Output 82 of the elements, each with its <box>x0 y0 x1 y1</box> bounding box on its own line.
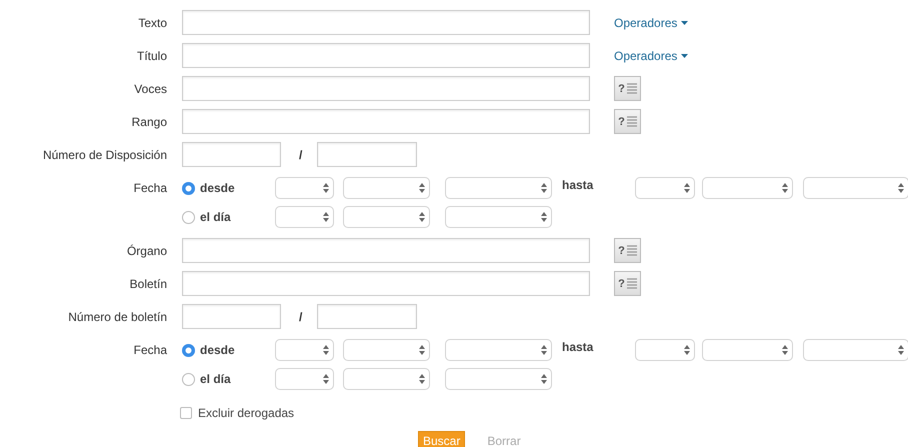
up-down-arrow-icon <box>419 345 425 355</box>
input-field[interactable] <box>182 109 590 134</box>
up-down-arrow-icon <box>684 345 690 355</box>
dropdown[interactable] <box>445 177 552 199</box>
radio-label: desde <box>200 181 235 195</box>
input-field[interactable] <box>182 76 590 101</box>
operators-link[interactable]: Operadores <box>614 16 688 30</box>
up-down-arrow-icon <box>541 183 547 193</box>
dropdown[interactable] <box>803 339 908 361</box>
field-label: Número de boletín <box>67 308 167 324</box>
field-label: Voces <box>133 80 167 96</box>
input-field[interactable] <box>182 142 281 167</box>
radio-button[interactable] <box>182 372 195 386</box>
dropdown[interactable] <box>803 177 908 199</box>
operators-link[interactable]: Operadores <box>614 48 688 62</box>
dropdown[interactable] <box>635 339 695 361</box>
dropdown[interactable] <box>343 206 430 228</box>
input-field[interactable] <box>317 304 418 329</box>
checkbox[interactable] <box>180 407 192 419</box>
dropdown[interactable] <box>275 206 334 228</box>
field-label: Fecha <box>132 180 167 196</box>
up-down-arrow-icon <box>541 212 547 222</box>
dropdown[interactable] <box>275 339 334 361</box>
radio-label: el día <box>200 210 231 224</box>
caret-icon <box>681 20 688 24</box>
field-label: Número de Disposición <box>42 146 167 162</box>
up-down-arrow-icon <box>323 374 329 384</box>
input-field[interactable] <box>182 271 590 296</box>
until-label: hasta <box>562 177 594 193</box>
dropdown[interactable] <box>275 368 334 390</box>
help-list-button[interactable]: ? <box>614 109 641 134</box>
up-down-arrow-icon <box>323 212 329 222</box>
help-list-button[interactable]: ? <box>614 271 641 296</box>
input-field[interactable] <box>182 238 590 263</box>
help-list-button[interactable]: ? <box>614 76 641 101</box>
up-down-arrow-icon <box>684 183 690 193</box>
dropdown[interactable] <box>702 339 793 361</box>
field-label: Boletín <box>128 276 167 292</box>
up-down-arrow-icon <box>419 183 425 193</box>
list-icon <box>626 116 637 127</box>
input-field[interactable] <box>182 43 590 68</box>
field-label: Rango <box>130 114 167 130</box>
dropdown[interactable] <box>635 177 695 199</box>
radio-button[interactable] <box>182 344 195 356</box>
dropdown[interactable] <box>343 368 430 390</box>
help-list-button[interactable]: ? <box>614 238 641 263</box>
up-down-arrow-icon <box>541 345 547 355</box>
separator-slash: / <box>299 148 302 162</box>
dropdown[interactable] <box>445 206 552 228</box>
radio-label: desde <box>200 343 235 357</box>
input-field[interactable] <box>317 142 418 167</box>
dropdown[interactable] <box>702 177 793 199</box>
up-down-arrow-icon <box>782 183 788 193</box>
checkbox-label: Excluir derogadas <box>198 406 294 420</box>
up-down-arrow-icon <box>782 345 788 355</box>
dropdown[interactable] <box>343 339 430 361</box>
up-down-arrow-icon <box>323 345 329 355</box>
dropdown[interactable] <box>445 368 552 390</box>
up-down-arrow-icon <box>323 183 329 193</box>
field-label: Fecha <box>132 342 167 358</box>
input-field[interactable] <box>182 304 281 329</box>
dropdown[interactable] <box>343 177 430 199</box>
until-label: hasta <box>562 339 594 355</box>
up-down-arrow-icon <box>898 183 904 193</box>
field-label: Título <box>136 48 167 64</box>
radio-button[interactable] <box>182 182 195 194</box>
up-down-arrow-icon <box>419 374 425 384</box>
input-field[interactable] <box>182 10 590 35</box>
separator-slash: / <box>299 310 302 324</box>
field-label: Texto <box>137 14 167 30</box>
field-label: Órgano <box>126 242 167 258</box>
list-icon <box>626 83 637 94</box>
radio-label: el día <box>200 372 231 386</box>
radio-button[interactable] <box>182 210 195 224</box>
caret-icon <box>681 54 688 58</box>
up-down-arrow-icon <box>541 374 547 384</box>
dropdown[interactable] <box>275 177 334 199</box>
list-icon <box>626 278 637 289</box>
dropdown[interactable] <box>445 339 552 361</box>
up-down-arrow-icon <box>898 345 904 355</box>
up-down-arrow-icon <box>419 212 425 222</box>
list-icon <box>626 245 637 256</box>
